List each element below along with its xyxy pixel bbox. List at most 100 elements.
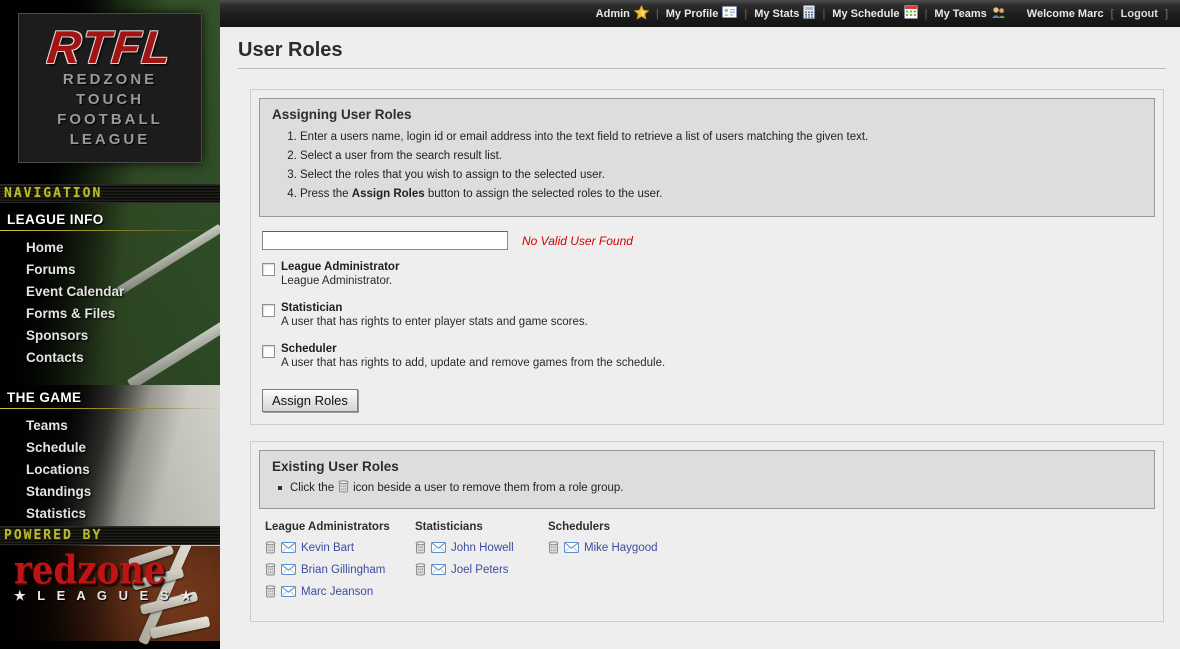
redzone-leagues-logo[interactable]: redzone ★ L E A G U E S ★ [14,556,196,604]
instruction-step: Press the Assign Roles button to assign … [300,187,1142,202]
existing-roles-section: Existing User Roles Click the icon besid… [250,441,1164,622]
remove-user-bin-icon[interactable] [548,541,559,554]
topbar-item-my-teams[interactable]: My Teams [934,6,1005,22]
scheduler-checkbox[interactable] [262,345,275,358]
instruction-step: Enter a users name, login id or email ad… [300,130,1142,145]
sidebar-item-teams[interactable]: Teams [0,415,220,437]
statistician-checkbox[interactable] [262,304,275,317]
section-divider [0,408,220,409]
role-option-scheduler: Scheduler A user that has rights to add,… [262,342,1155,370]
topbar-item-admin[interactable]: Admin [596,5,649,23]
topbar-item-my-stats[interactable]: My Stats [754,5,815,22]
user-link[interactable]: Joel Peters [451,564,509,576]
sidebar-item-statistics[interactable]: Statistics [0,503,220,525]
role-groups: League Administrators Kevin Bart Brian G… [265,521,1155,607]
topbar-item-my-profile-label: My Profile [666,8,719,20]
group-title: Statisticians [415,521,548,533]
instruction-step-text: Press the [300,188,352,200]
assign-instructions-list: Enter a users name, login id or email ad… [300,130,1142,202]
user-link[interactable]: Marc Jeanson [301,586,373,598]
role-name: League Administrator [281,260,399,274]
topbar-separator: | [744,8,747,20]
sidebar-item-sponsors[interactable]: Sponsors [0,325,220,347]
instruction-step-bold: Assign Roles [352,188,425,200]
assign-roles-button[interactable]: Assign Roles [262,389,358,412]
email-user-mail-icon[interactable] [281,586,296,597]
note-text: icon beside a user to remove them from a… [353,482,623,494]
role-description: A user that has rights to add, update an… [281,356,665,370]
email-user-mail-icon[interactable] [281,542,296,553]
remove-user-bin-icon[interactable] [265,563,276,576]
logout-bracket: ] [1165,8,1168,20]
sidebar-item-contacts[interactable]: Contacts [0,347,220,369]
remove-user-bin-icon[interactable] [415,563,426,576]
note-text: Click the [290,482,334,494]
rtfl-logo-line: FOOTBALL [19,110,201,130]
rtfl-logo-acronym: RTFL [17,24,204,70]
user-row: John Howell [415,541,548,554]
vcard-icon [722,6,737,21]
rtfl-logo[interactable]: RTFL REDZONE TOUCH FOOTBALL LEAGUE [18,13,202,163]
remove-user-bin-icon[interactable] [265,541,276,554]
user-row: Joel Peters [415,563,548,576]
email-user-mail-icon[interactable] [564,542,579,553]
group-title: League Administrators [265,521,415,533]
group-schedulers: Schedulers Mike Haygood [548,521,698,607]
user-link[interactable]: Kevin Bart [301,542,354,554]
email-user-mail-icon[interactable] [431,564,446,575]
sidebar-item-forums[interactable]: Forums [0,259,220,281]
main-content: User Roles Assigning User Roles Enter a … [220,27,1180,649]
role-description: League Administrator. [281,274,399,288]
sidebar-item-locations[interactable]: Locations [0,459,220,481]
logout-button[interactable]: Logout [1121,8,1158,20]
assign-instructions-panel: Assigning User Roles Enter a users name,… [259,98,1155,217]
email-user-mail-icon[interactable] [281,564,296,575]
sidebar-item-schedule[interactable]: Schedule [0,437,220,459]
topbar-item-my-profile[interactable]: My Profile [666,6,738,21]
role-name: Statistician [281,301,588,315]
user-link[interactable]: John Howell [451,542,514,554]
user-link[interactable]: Mike Haygood [584,542,658,554]
user-link[interactable]: Brian Gillingham [301,564,385,576]
sidebar-section-the-game: THE GAME Teams Schedule Locations Standi… [0,388,220,525]
title-divider [238,68,1166,69]
page-title: User Roles [238,39,1180,62]
welcome-text: Welcome Marc [1027,8,1104,20]
star-icon [634,5,649,23]
rtfl-logo-line: LEAGUE [19,130,201,150]
rtfl-logo-line: REDZONE [19,70,201,90]
user-row: Kevin Bart [265,541,415,554]
instruction-step: Select the roles that you wish to assign… [300,168,1142,183]
user-search-input[interactable] [262,231,508,250]
existing-roles-note: Click the icon beside a user to remove t… [278,480,1142,496]
sidebar-item-standings[interactable]: Standings [0,481,220,503]
email-user-mail-icon[interactable] [431,542,446,553]
calculator-icon [803,5,815,22]
topbar-separator: | [822,8,825,20]
bullet-icon [278,486,282,490]
sidebar-item-event-calendar[interactable]: Event Calendar [0,281,220,303]
rtfl-logo-line: TOUCH [19,90,201,110]
role-option-league-administrator: League Administrator League Administrato… [262,260,1155,288]
sidebar-item-forms-files[interactable]: Forms & Files [0,303,220,325]
group-title: Schedulers [548,521,698,533]
logout-bracket: [ [1111,8,1114,20]
search-status-message: No Valid User Found [522,234,633,248]
remove-user-bin-icon[interactable] [265,585,276,598]
group-league-administrators: League Administrators Kevin Bart Brian G… [265,521,415,607]
topbar-item-my-schedule[interactable]: My Schedule [832,5,917,22]
assign-roles-section: Assigning User Roles Enter a users name,… [250,89,1164,425]
user-search-row: No Valid User Found [262,231,1155,250]
topbar-item-my-schedule-label: My Schedule [832,8,899,20]
navigation-strip: NAVIGATION [0,184,220,203]
group-icon [991,6,1006,22]
remove-user-bin-icon[interactable] [415,541,426,554]
league-administrator-checkbox[interactable] [262,263,275,276]
topbar-separator: | [925,8,928,20]
bin-icon [338,480,349,496]
sidebar-item-home[interactable]: Home [0,237,220,259]
calendar-icon [904,5,918,22]
role-description: A user that has rights to enter player s… [281,315,588,329]
group-statisticians: Statisticians John Howell Joel Peters [415,521,548,607]
existing-roles-panel: Existing User Roles Click the icon besid… [259,450,1155,509]
